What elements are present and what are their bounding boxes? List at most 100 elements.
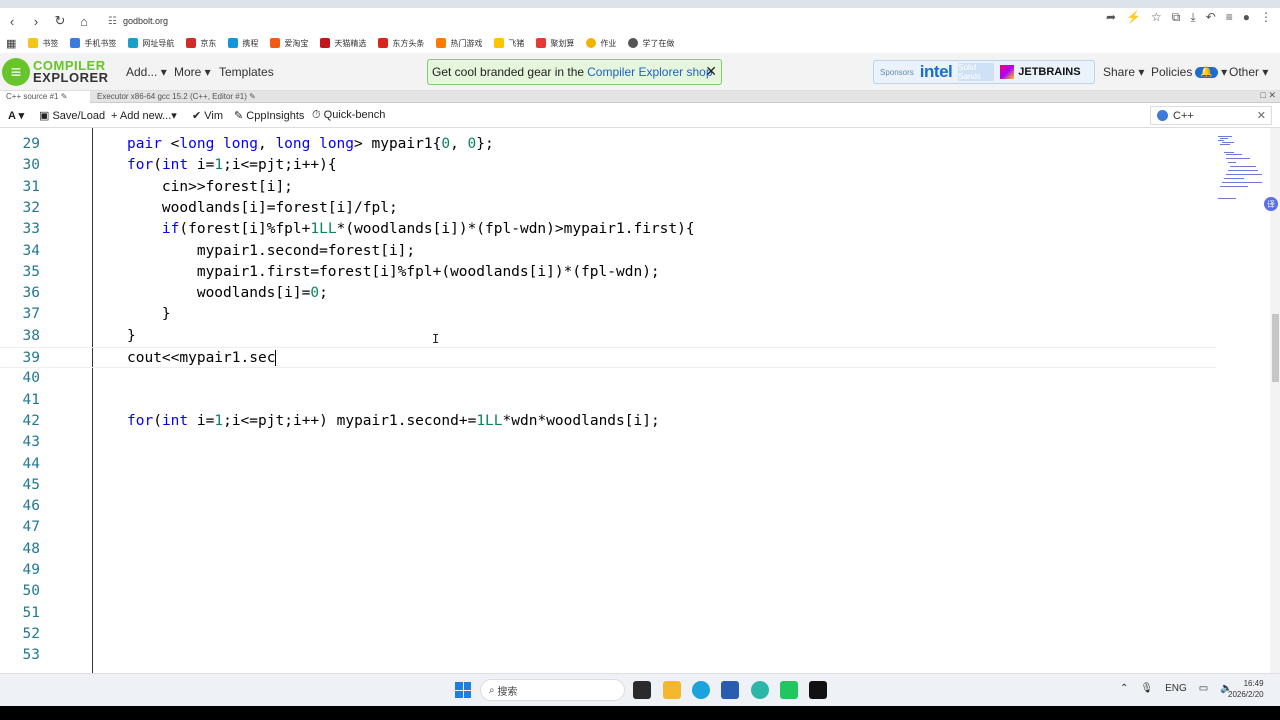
- tab-executor[interactable]: Executor x86-64 gcc 15.2 (C++, Editor #1…: [95, 91, 256, 103]
- browser-icon[interactable]: [751, 681, 769, 699]
- apps-icon[interactable]: ▦: [6, 37, 16, 50]
- sponsors-box[interactable]: Sponsors intel Solid Sands JETBRAINS: [873, 60, 1095, 84]
- edge-icon[interactable]: [692, 681, 710, 699]
- bookmark-item[interactable]: 京东: [186, 38, 216, 49]
- tab-cpp-source[interactable]: C++ source #1 ✎: [0, 91, 90, 103]
- mic-icon[interactable]: 🎙: [1140, 683, 1153, 694]
- code-line[interactable]: 32 woodlands[i]=forest[i]/fpl;: [0, 198, 1216, 219]
- code-line[interactable]: 42 for(int i=1;i<=pjt;i++) mypair1.second…: [0, 411, 1216, 432]
- code-line[interactable]: 39 cout<<mypair1.sec: [0, 347, 1216, 368]
- maximize-icon[interactable]: □: [1261, 90, 1266, 100]
- code-line[interactable]: 47: [0, 517, 1216, 538]
- minimap-line: [1228, 170, 1258, 171]
- code-line[interactable]: 51: [0, 603, 1216, 624]
- star-icon[interactable]: ☆: [1151, 10, 1162, 25]
- code-line[interactable]: 29 pair <long long, long long> mypair1{0,…: [0, 134, 1216, 155]
- other-menu[interactable]: Other ▾: [1229, 65, 1268, 79]
- app-icon[interactable]: [809, 681, 827, 699]
- code-line[interactable]: 34 mypair1.second=forest[i];: [0, 241, 1216, 262]
- code-line[interactable]: 36 woodlands[i]=0;: [0, 283, 1216, 304]
- cppinsights-button[interactable]: ✎ CppInsights: [234, 109, 304, 122]
- bookmark-item[interactable]: 网址导航: [128, 38, 174, 49]
- policies-menu[interactable]: Policies 🔔 ▾: [1151, 65, 1227, 79]
- ce-logo[interactable]: ≡ COMPILER EXPLORER: [2, 57, 112, 87]
- download-icon[interactable]: ⤓: [1190, 10, 1195, 25]
- code-line[interactable]: 46: [0, 496, 1216, 517]
- vim-toggle[interactable]: ✔ Vim: [192, 109, 223, 122]
- more-menu[interactable]: More ▾: [174, 65, 211, 79]
- language-indicator[interactable]: ENG: [1165, 683, 1187, 694]
- bookmark-item[interactable]: 飞猪: [494, 38, 524, 49]
- save-load-button[interactable]: ▣ Save/Load: [39, 109, 105, 122]
- add-menu[interactable]: Add... ▾: [126, 65, 167, 79]
- code-line[interactable]: 38}: [0, 326, 1216, 347]
- file-explorer-icon[interactable]: [663, 681, 681, 699]
- code-line[interactable]: 43: [0, 432, 1216, 453]
- edit-icon[interactable]: ✎: [61, 92, 68, 101]
- bookmark-item[interactable]: 学了在做: [628, 38, 674, 49]
- font-size-button[interactable]: A ▾: [8, 109, 24, 122]
- windows-start-icon[interactable]: [455, 682, 471, 698]
- network-icon[interactable]: ▭: [1199, 683, 1208, 694]
- chevron-up-icon[interactable]: ⌃: [1120, 683, 1128, 694]
- share-menu[interactable]: Share ▾: [1103, 65, 1144, 79]
- profile-icon[interactable]: ●: [1243, 10, 1250, 25]
- chat-icon[interactable]: [780, 681, 798, 699]
- code-editor[interactable]: 29 pair <long long, long long> mypair1{0,…: [0, 128, 1270, 673]
- code-line[interactable]: 49: [0, 560, 1216, 581]
- home-icon[interactable]: ⌂: [72, 10, 96, 32]
- promo-shop-link[interactable]: Compiler Explorer shop: [587, 65, 712, 79]
- code-line[interactable]: 44: [0, 454, 1216, 475]
- close-icon[interactable]: ✕: [1268, 90, 1276, 100]
- forward-icon[interactable]: ›: [24, 10, 48, 32]
- bookmark-item[interactable]: 手机书签: [70, 38, 116, 49]
- bookmark-item[interactable]: 书签: [28, 38, 58, 49]
- task-view-icon[interactable]: [633, 681, 651, 699]
- menu-icon[interactable]: ≡: [1226, 10, 1233, 25]
- store-icon[interactable]: [721, 681, 739, 699]
- close-icon[interactable]: ✕: [705, 63, 717, 80]
- clear-icon[interactable]: ✕: [1257, 109, 1266, 122]
- add-new-button[interactable]: + Add new...▾: [111, 109, 177, 122]
- more-icon[interactable]: ⋮: [1260, 10, 1272, 25]
- code-line[interactable]: 33 if(forest[i]%fpl+1LL*(woodlands[i])*(…: [0, 219, 1216, 240]
- address-bar[interactable]: ☷ godbolt.org: [100, 10, 1140, 32]
- code-line[interactable]: 40: [0, 368, 1216, 389]
- bookmark-item[interactable]: 携程: [228, 38, 258, 49]
- code-line[interactable]: 37 }: [0, 304, 1216, 325]
- code-line[interactable]: 52: [0, 624, 1216, 645]
- browser-toolbar: ‹ › ↻ ⌂ ☷ godbolt.org ➦ ⚡ ☆ ⧉ ⤓ ↶ ≡ ● ⋮: [0, 8, 1280, 34]
- scrollbar-thumb[interactable]: [1272, 314, 1279, 382]
- bookmark-item[interactable]: 聚划算: [536, 38, 574, 49]
- bookmark-item[interactable]: 爱淘宝: [270, 38, 308, 49]
- code-line[interactable]: 41: [0, 390, 1216, 411]
- code-line[interactable]: 53: [0, 645, 1216, 666]
- bolt-icon[interactable]: ⚡: [1126, 10, 1141, 25]
- templates-menu[interactable]: Templates: [219, 65, 274, 79]
- edit-icon[interactable]: ✎: [249, 92, 256, 101]
- bookmark-item[interactable]: 天猫精选: [320, 38, 366, 49]
- code-line[interactable]: 35 mypair1.first=forest[i]%fpl+(woodland…: [0, 262, 1216, 283]
- code-line[interactable]: 45: [0, 475, 1216, 496]
- undo-icon[interactable]: ↶: [1206, 10, 1216, 25]
- taskbar-search[interactable]: ⌕ 搜索: [480, 679, 625, 701]
- share-page-icon[interactable]: ➦: [1106, 10, 1116, 25]
- clock[interactable]: 16:49 2026/2/20: [1228, 678, 1264, 700]
- bookmark-item[interactable]: 作业: [586, 38, 616, 49]
- back-icon[interactable]: ‹: [0, 10, 24, 32]
- translate-icon[interactable]: 译: [1264, 197, 1278, 211]
- reload-icon[interactable]: ↻: [48, 10, 72, 32]
- minimap[interactable]: [1216, 128, 1270, 673]
- code-line[interactable]: 30 for(int i=1;i<=pjt;i++){: [0, 155, 1216, 176]
- quickbench-button[interactable]: ⏱ Quick-bench: [312, 109, 385, 122]
- plus-icon: +: [111, 110, 118, 122]
- extensions-icon[interactable]: ⧉: [1172, 10, 1181, 25]
- code-line[interactable]: 50: [0, 581, 1216, 602]
- code-line[interactable]: 31 cin>>forest[i];: [0, 177, 1216, 198]
- language-select[interactable]: C++ ✕: [1150, 106, 1272, 125]
- code-line[interactable]: 48: [0, 539, 1216, 560]
- site-info-icon[interactable]: ☷: [108, 16, 117, 27]
- bookmark-item[interactable]: 东方头条: [378, 38, 424, 49]
- bookmark-item[interactable]: 热门游戏: [436, 38, 482, 49]
- code-text: mypair1.second=forest[i];: [196, 242, 416, 259]
